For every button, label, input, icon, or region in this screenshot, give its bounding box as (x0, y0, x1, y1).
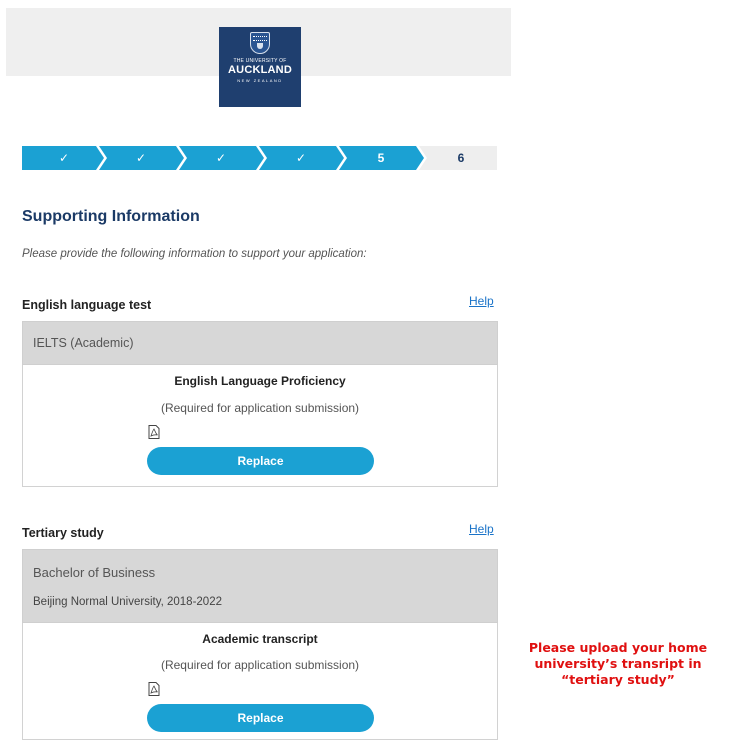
pdf-icon[interactable] (148, 682, 160, 696)
pdf-icon[interactable] (148, 425, 160, 439)
stepper-shapes (22, 146, 497, 170)
progress-stepper: ✓ ✓ ✓ ✓ 5 6 (22, 146, 497, 170)
tertiary-study-help-link[interactable]: Help (469, 522, 494, 536)
tertiary-document-title: Academic transcript (202, 632, 318, 646)
logo-line-3: NEW ZEALAND (237, 78, 283, 83)
english-replace-button[interactable]: Replace (147, 447, 374, 475)
english-test-document-card: English Language Proficiency (Required f… (22, 365, 498, 487)
page-title: Supporting Information (22, 208, 200, 225)
english-test-heading: English language test (22, 298, 152, 312)
tertiary-degree: Bachelor of Business (33, 565, 156, 580)
english-test-name: IELTS (Academic) (33, 336, 134, 350)
step-1-check-icon: ✓ (58, 151, 70, 165)
english-document-note: (Required for application submission) (160, 401, 360, 415)
university-logo[interactable]: THE UNIVERSITY OF AUCKLAND NEW ZEALAND (219, 27, 301, 107)
tertiary-study-heading: Tertiary study (22, 526, 104, 540)
step-6-label: 6 (457, 151, 465, 165)
english-test-summary[interactable]: IELTS (Academic) (22, 321, 498, 365)
english-document-title: English Language Proficiency (174, 374, 346, 388)
step-2-check-icon: ✓ (135, 151, 147, 165)
tertiary-institution: Beijing Normal University, 2018-2022 (33, 596, 222, 608)
tertiary-document-note: (Required for application submission) (160, 658, 360, 672)
tertiary-document-card: Academic transcript (Required for applic… (22, 623, 498, 740)
step-4-check-icon: ✓ (295, 151, 307, 165)
logo-line-2: AUCKLAND (228, 64, 292, 76)
step-5-label: 5 (377, 151, 385, 165)
page-intro: Please provide the following information… (22, 248, 367, 260)
upload-instruction-callout: Please upload your home university’s tra… (528, 640, 708, 687)
crest-icon (250, 32, 270, 54)
tertiary-study-summary[interactable]: Bachelor of Business Beijing Normal Univ… (22, 549, 498, 623)
step-3-check-icon: ✓ (215, 151, 227, 165)
tertiary-replace-button[interactable]: Replace (147, 704, 374, 732)
english-test-help-link[interactable]: Help (469, 294, 494, 308)
